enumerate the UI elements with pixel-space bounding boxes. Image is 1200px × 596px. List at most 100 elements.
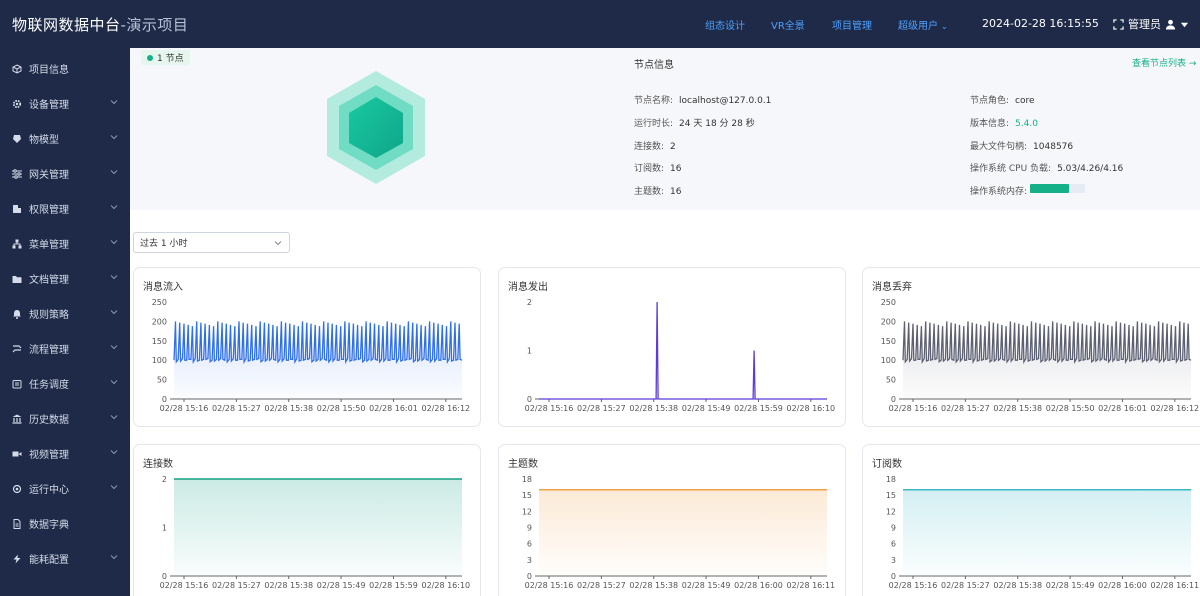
user-menu[interactable]: 管理员: [1113, 16, 1189, 32]
sidebar-item-device-management[interactable]: 设备管理: [0, 86, 130, 121]
cpu-load-key: 操作系统 CPU 负载:: [970, 164, 1052, 174]
fullscreen-icon[interactable]: [1113, 18, 1124, 30]
x-tick-label: 02/28 15:59: [369, 581, 418, 590]
sidebar-item-thing-model[interactable]: 物模型: [0, 121, 130, 156]
x-tick-label: 02/28 16:01: [369, 404, 418, 413]
y-tick-label: 15: [886, 491, 896, 500]
x-tick-label: 02/28 15:27: [577, 404, 626, 413]
tree-icon: [12, 239, 22, 249]
subscriptions-row: 订阅数: 16: [634, 161, 682, 174]
x-tick-label: 02/28 16:00: [734, 581, 783, 590]
header-datetime: 2024-02-28 16:15:55: [982, 17, 1099, 30]
node-count-badge: 1 节点: [141, 50, 190, 65]
nav-vr-panorama[interactable]: VR全景: [771, 17, 805, 32]
y-tick-label: 50: [157, 376, 167, 385]
bank-icon: [12, 414, 22, 424]
chevron-down-icon: [110, 415, 118, 420]
uptime-row: 运行时长: 24 天 18 分 28 秒: [634, 116, 755, 129]
y-tick-label: 2: [162, 475, 167, 484]
version-key: 版本信息:: [970, 119, 1010, 129]
memory-progress-fill: [1030, 184, 1069, 193]
version-value: 5.4.0: [1015, 119, 1038, 129]
x-tick-label: 02/28 15:38: [993, 404, 1042, 413]
series-area: [903, 489, 1191, 576]
y-tick-label: 3: [891, 556, 896, 565]
sidebar-item-energy-config[interactable]: 能耗配置: [0, 541, 130, 576]
sidebar: 项目信息 设备管理 物模型 网关管理 权限管理 菜单管理 文档管理 规则策略 流…: [0, 48, 130, 596]
sidebar-item-history-data[interactable]: 历史数据: [0, 401, 130, 436]
y-tick-label: 15: [522, 491, 532, 500]
nav-scada-design[interactable]: 组态设计: [705, 17, 745, 32]
sidebar-item-menu-management[interactable]: 菜单管理: [0, 226, 130, 261]
x-tick-label: 02/28 15:16: [525, 404, 574, 413]
chart-connections: 0 1 2 02/28 15:16 02/28 15:27 02/28 15:38 02/2…: [160, 475, 470, 590]
sidebar-item-data-dictionary[interactable]: 数据字典: [0, 506, 130, 541]
chevron-down-icon: [110, 380, 118, 385]
x-tick-label: 02/28 16:11: [1150, 581, 1199, 590]
chart-card-topics: 主题数 0 3 6 9 12 15 18 02/28 15:16 02/28 15:27 02/2…: [498, 444, 846, 596]
sidebar-item-process-management[interactable]: 流程管理: [0, 331, 130, 366]
topics-key: 主题数:: [634, 187, 665, 197]
sidebar-item-project-info[interactable]: 项目信息: [0, 51, 130, 86]
topics-value: 16: [670, 187, 682, 197]
gear-icon: [12, 99, 22, 109]
view-node-list-link[interactable]: 查看节点列表 →: [1132, 56, 1196, 69]
node-info-title: 节点信息: [634, 60, 674, 71]
chevron-down-icon: [110, 310, 118, 315]
sidebar-item-gateway-management[interactable]: 网关管理: [0, 156, 130, 191]
x-tick-label: 02/28 15:49: [682, 404, 731, 413]
sidebar-item-operation-center[interactable]: 运行中心: [0, 471, 130, 506]
sidebar-item-permission-management[interactable]: 权限管理: [0, 191, 130, 226]
chart-topics: 036912151802/28 15:16 02/28 15:27 02/28 15…: [522, 475, 835, 590]
x-tick-label: 02/28 15:27: [941, 581, 990, 590]
time-range-select[interactable]: 过去 1 小时: [133, 232, 290, 253]
chart-card-subscriptions: 订阅数 0 3 6 9 12 15 18 02/28 15:16 02/28 15:27 02/2…: [862, 444, 1200, 596]
version-row: 版本信息: 5.4.0: [970, 116, 1038, 129]
chevron-down-icon: [274, 241, 282, 246]
x-tick-label: 02/28 16:11: [786, 581, 835, 590]
nav-super-user[interactable]: 超级用户 ⌄: [898, 17, 948, 32]
app-title: 物联网数据中台-演示项目: [12, 14, 188, 35]
x-tick-label: 02/28 16:10: [421, 581, 470, 590]
sidebar-item-document-management[interactable]: 文档管理: [0, 261, 130, 296]
series-area: [174, 479, 462, 576]
chevron-down-icon: ⌄: [941, 22, 948, 31]
y-tick-label: 6: [891, 540, 896, 549]
y-tick-label: 1: [162, 524, 167, 533]
sidebar-item-label: 任务调度: [29, 380, 69, 391]
sidebar-item-label: 菜单管理: [29, 240, 69, 251]
chevron-down-icon: [110, 555, 118, 560]
sidebar-item-label: 文档管理: [29, 275, 69, 286]
sidebar-item-label: 规则策略: [29, 310, 69, 321]
x-tick-label: 02/28 15:16: [160, 404, 209, 413]
chart-card-messages-dropped: 消息丢弃 0 50 100 150 200 250 02/28 15:16 02/28 15:…: [862, 267, 1200, 427]
x-tick-label: 02/28 15:59: [734, 404, 783, 413]
sidebar-item-label: 能耗配置: [29, 555, 69, 566]
main-content: 1 节点 节点信息 查看节点列表 → 节点名称: localhost@127.0.…: [130, 48, 1200, 596]
max-file-handles-value: 1048576: [1033, 142, 1074, 152]
cube-icon: [12, 63, 22, 74]
y-tick-label: 150: [152, 337, 167, 346]
y-tick-label: 6: [527, 540, 532, 549]
nav-project-management[interactable]: 项目管理: [832, 17, 872, 32]
y-tick-label: 2: [527, 298, 532, 307]
sidebar-item-rule-strategy[interactable]: 规则策略: [0, 296, 130, 331]
caret-down-icon: [1180, 22, 1189, 27]
sidebar-item-task-scheduling[interactable]: 任务调度: [0, 366, 130, 401]
y-tick-label: 150: [881, 337, 896, 346]
x-tick-label: 02/28 15:27: [212, 581, 261, 590]
x-tick-label: 02/28 15:38: [264, 404, 313, 413]
nav-super-user-label: 超级用户: [898, 21, 938, 32]
x-tick-label: 02/28 15:16: [160, 581, 209, 590]
x-tick-label: 02/28 15:27: [212, 404, 261, 413]
sidebar-item-label: 设备管理: [29, 100, 69, 111]
user-icon: [1165, 19, 1176, 30]
status-dot-icon: [147, 54, 153, 61]
x-tick-label: 02/28 15:27: [941, 404, 990, 413]
folder-icon: [12, 274, 22, 284]
y-tick-label: 50: [886, 376, 896, 385]
subscriptions-value: 16: [670, 164, 682, 174]
node-role-row: 节点角色: core: [970, 93, 1035, 106]
sidebar-item-video-management[interactable]: 视频管理: [0, 436, 130, 471]
sidebar-item-label: 网关管理: [29, 170, 69, 181]
